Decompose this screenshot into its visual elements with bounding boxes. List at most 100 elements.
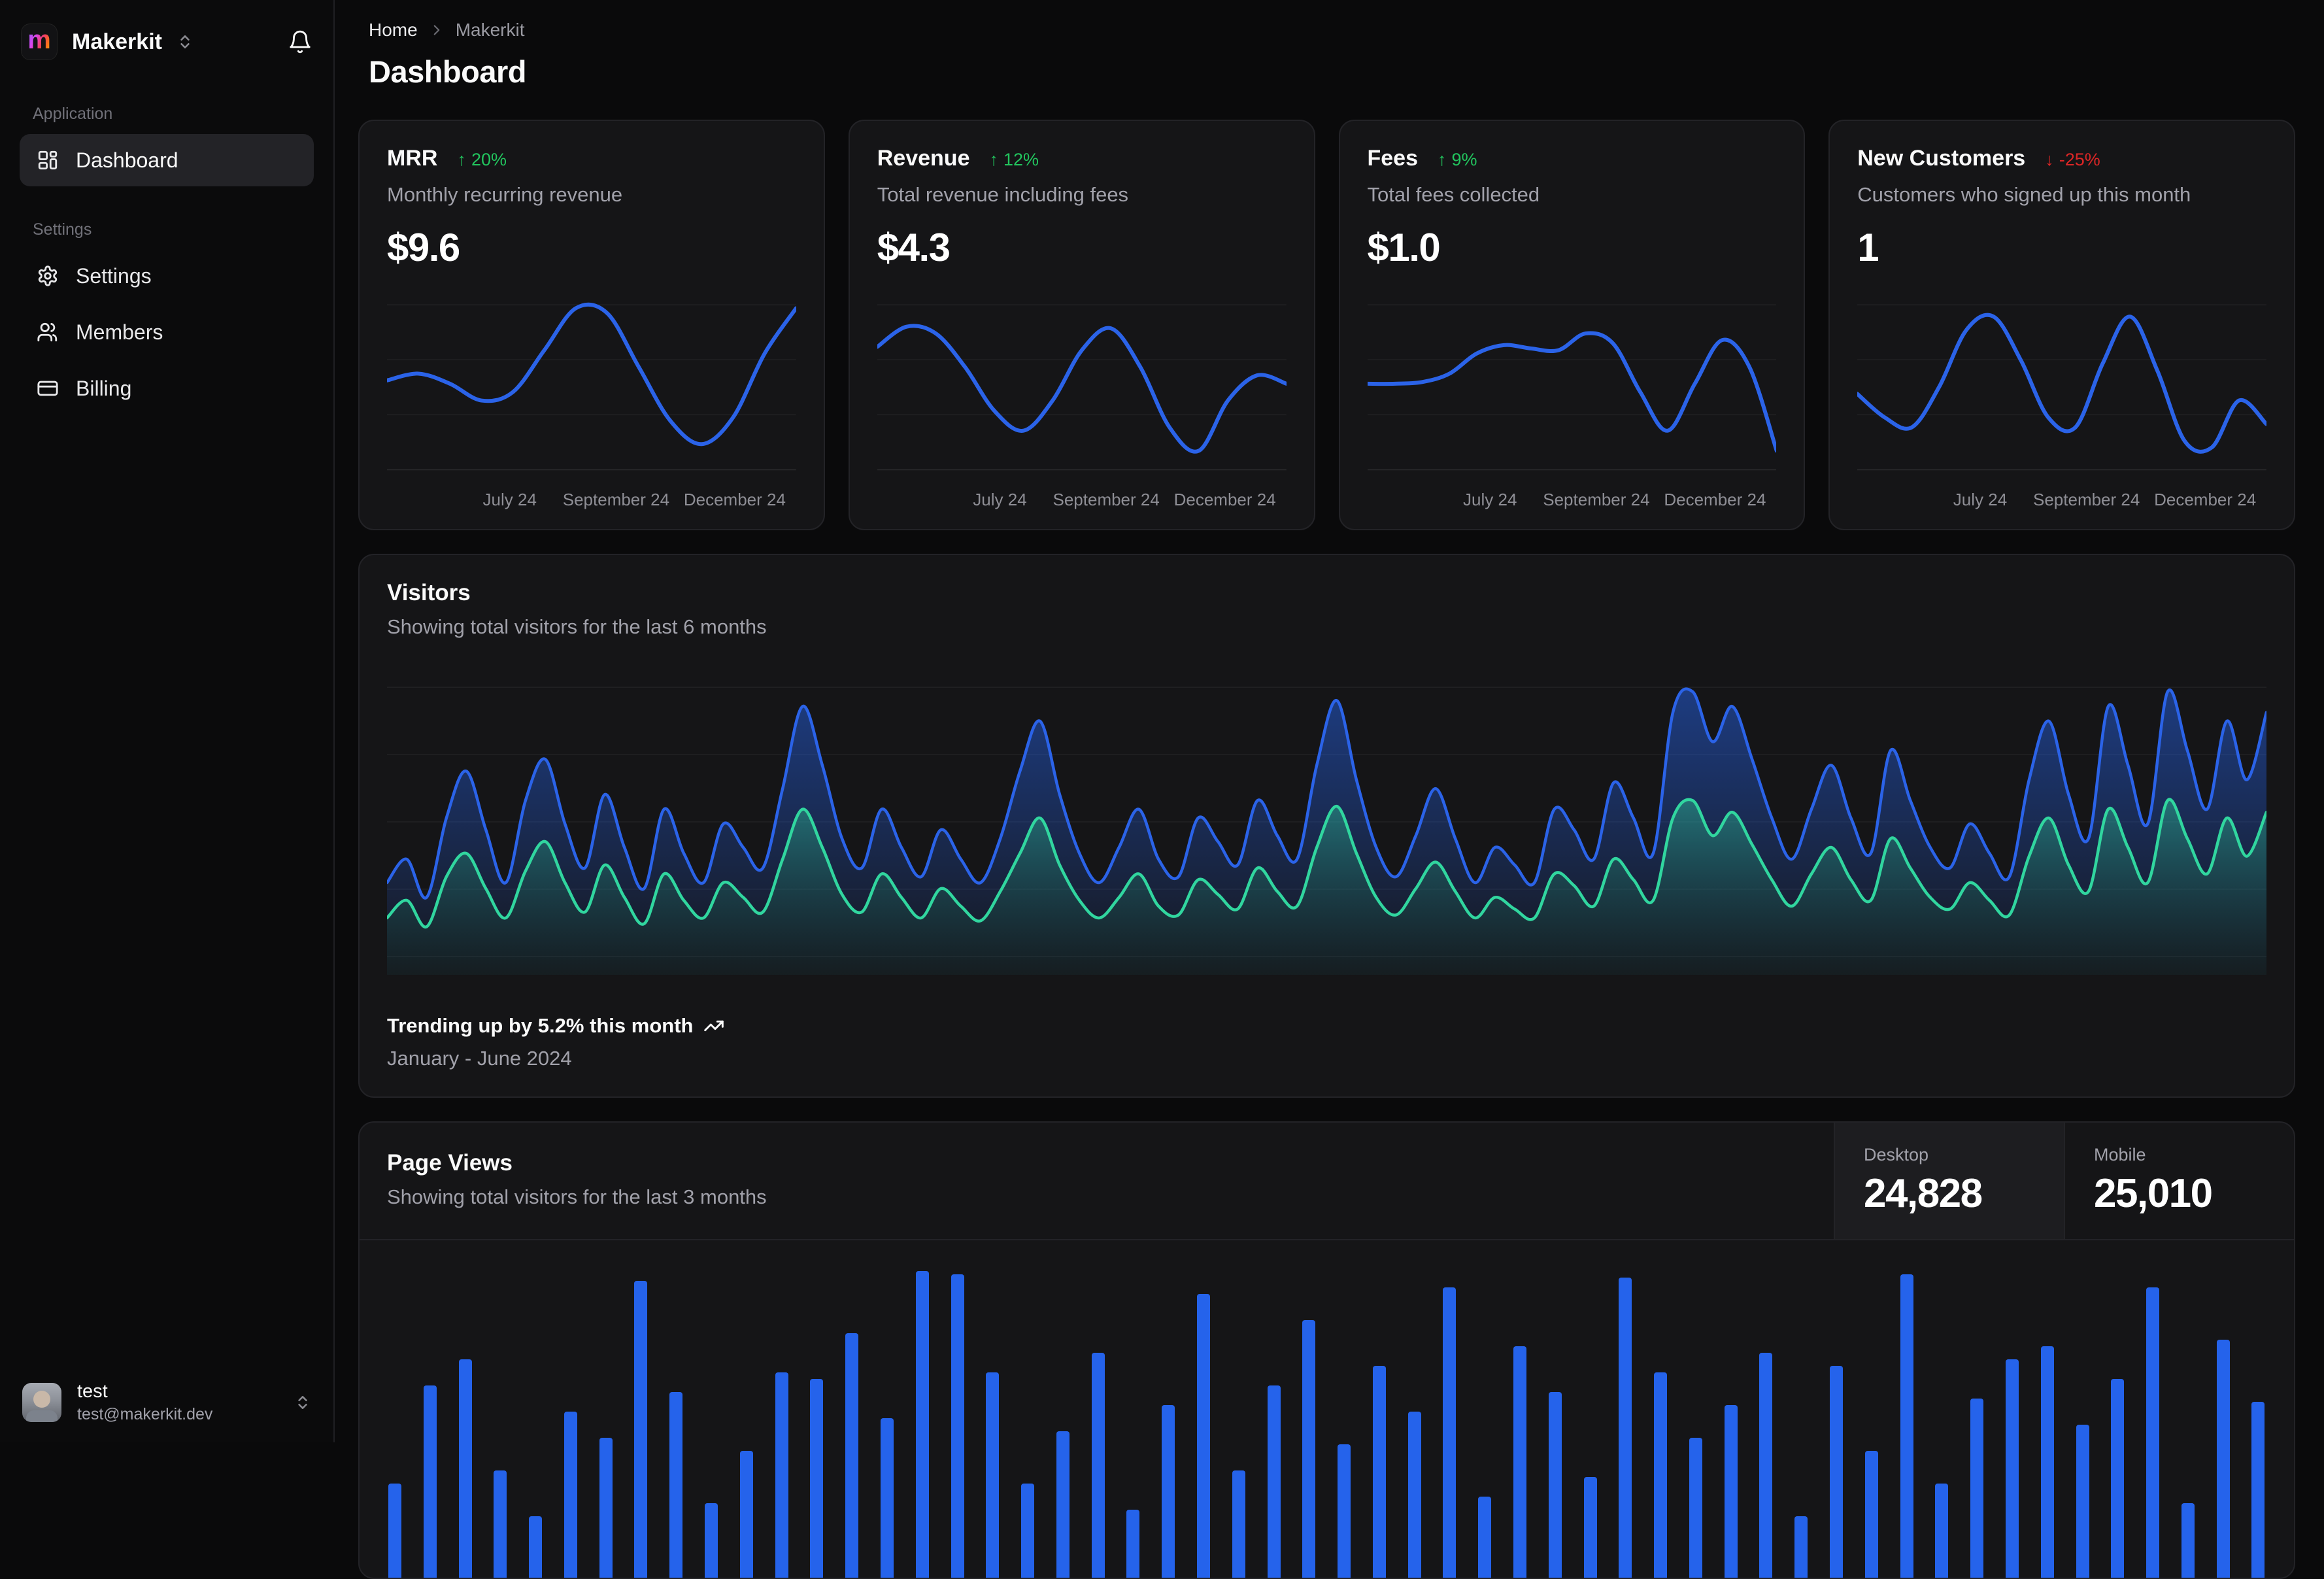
stat-value: $1.0	[1367, 226, 1441, 269]
stat-card-fees: Fees ↑ 9% Total fees collected $1.0 July…	[1338, 120, 1806, 530]
bar	[2111, 1379, 2125, 1578]
bar	[494, 1470, 507, 1578]
x-tick: December 24	[1664, 490, 1766, 509]
bar	[1478, 1497, 1492, 1578]
trend-value: 9%	[1451, 150, 1477, 169]
stat-description: Total revenue including fees	[877, 183, 1129, 206]
x-axis: July 24 September 24 December 24	[1857, 486, 2266, 515]
trend-value: 12%	[1003, 150, 1039, 169]
bar	[1126, 1510, 1140, 1578]
bar	[1864, 1451, 1878, 1578]
bar	[705, 1503, 718, 1578]
x-tick: September 24	[1053, 490, 1160, 509]
breadcrumb-home-link[interactable]: Home	[369, 20, 418, 41]
breadcrumb: Home Makerkit	[358, 20, 2295, 41]
trend-arrow-icon: ↑	[989, 150, 998, 169]
sidebar-item-settings[interactable]: Settings	[20, 250, 314, 302]
bar	[599, 1438, 613, 1578]
trend-arrow-icon: ↑	[1438, 150, 1447, 169]
bar	[1548, 1392, 1562, 1578]
tab-label: Mobile	[2094, 1145, 2146, 1164]
stat-description: Customers who signed up this month	[1857, 183, 2191, 206]
stat-value: 1	[1857, 226, 1879, 269]
trend-arrow-icon: ↓	[2045, 150, 2054, 169]
x-axis: July 24 September 24 December 24	[387, 486, 796, 515]
visitors-footer: Trending up by 5.2% this month	[387, 1014, 2266, 1038]
tab-desktop[interactable]: Desktop 24,828	[1834, 1123, 2064, 1239]
chevrons-up-down-icon	[294, 1394, 311, 1411]
stat-title: Revenue	[877, 146, 970, 171]
bar	[2251, 1402, 2265, 1578]
visitors-card: Visitors Showing total visitors for the …	[358, 554, 2295, 1098]
bar	[1619, 1278, 1632, 1578]
bar	[1583, 1477, 1597, 1578]
visitors-area-chart	[387, 669, 2266, 975]
avatar	[22, 1383, 61, 1422]
sidebar-item-dashboard[interactable]: Dashboard	[20, 134, 314, 186]
page-views-header: Page Views Showing total visitors for th…	[360, 1123, 2294, 1240]
users-icon	[37, 321, 59, 343]
sparkline-chart	[1368, 290, 1777, 479]
bar	[1724, 1405, 1738, 1578]
bar	[564, 1412, 577, 1578]
trend-badge: ↓ -25%	[2045, 150, 2100, 170]
bar	[388, 1484, 401, 1578]
stat-description: Monthly recurring revenue	[387, 183, 623, 206]
bar	[1407, 1412, 1421, 1578]
bar	[810, 1379, 824, 1578]
x-axis: July 24 September 24 December 24	[1368, 486, 1777, 515]
bar	[423, 1385, 437, 1578]
stat-card-mrr: MRR ↑ 20% Monthly recurring revenue $9.6…	[358, 120, 825, 530]
bar	[1302, 1320, 1316, 1578]
bar	[1970, 1399, 1984, 1578]
sidebar-item-label: Dashboard	[76, 148, 178, 172]
workspace-name: Makerkit	[72, 29, 162, 54]
bar	[2005, 1359, 2019, 1578]
sidebar-item-label: Members	[76, 320, 163, 344]
page-views-title: Page Views	[387, 1150, 513, 1176]
sidebar: m Makerkit Application Dashboard Setting…	[0, 0, 335, 1442]
bar	[1935, 1484, 1949, 1578]
x-tick: September 24	[1543, 490, 1650, 509]
x-tick: July 24	[482, 490, 537, 509]
sidebar-item-label: Settings	[76, 263, 152, 288]
section-label-application: Application	[33, 105, 113, 123]
bar	[529, 1516, 543, 1578]
stat-card-new-customers: New Customers ↓ -25% Customers who signe…	[1828, 120, 2295, 530]
x-tick: September 24	[2032, 490, 2140, 509]
bar	[1689, 1438, 1702, 1578]
tab-mobile[interactable]: Mobile 25,010	[2064, 1123, 2294, 1239]
bar	[1267, 1385, 1281, 1578]
makerkit-logo: m	[21, 24, 58, 60]
bar	[1513, 1346, 1526, 1578]
bar	[1830, 1366, 1844, 1578]
trend-value: -25%	[2059, 150, 2100, 169]
bar	[1794, 1516, 1808, 1578]
bar	[669, 1392, 683, 1578]
x-axis: July 24 September 24 December 24	[877, 486, 1287, 515]
visitors-title: Visitors	[387, 580, 471, 605]
bar	[1196, 1294, 1210, 1578]
trend-badge: ↑ 12%	[989, 150, 1039, 170]
bar	[1443, 1287, 1457, 1578]
dashboard-icon	[37, 149, 59, 171]
bar	[739, 1451, 753, 1578]
bar	[2146, 1287, 2160, 1578]
stat-card-revenue: Revenue ↑ 12% Total revenue including fe…	[848, 120, 1315, 530]
user-menu[interactable]: test test@makerkit.dev	[0, 1363, 333, 1442]
workspace-selector[interactable]: m Makerkit	[0, 0, 333, 67]
x-tick: July 24	[1463, 490, 1517, 509]
sidebar-item-billing[interactable]: Billing	[20, 362, 314, 415]
page-title: Dashboard	[369, 54, 527, 89]
stat-description: Total fees collected	[1367, 183, 1540, 206]
stat-value: $4.3	[877, 226, 951, 269]
bar	[1162, 1405, 1175, 1578]
notifications-bell-icon[interactable]	[288, 29, 312, 54]
bar	[986, 1372, 1000, 1578]
bar	[1056, 1431, 1069, 1578]
sidebar-item-members[interactable]: Members	[20, 306, 314, 358]
app-root: m Makerkit Application Dashboard Setting…	[0, 0, 2324, 1579]
trend-badge: ↑ 20%	[457, 150, 507, 170]
bar	[1232, 1470, 1245, 1578]
bar	[1091, 1353, 1105, 1578]
